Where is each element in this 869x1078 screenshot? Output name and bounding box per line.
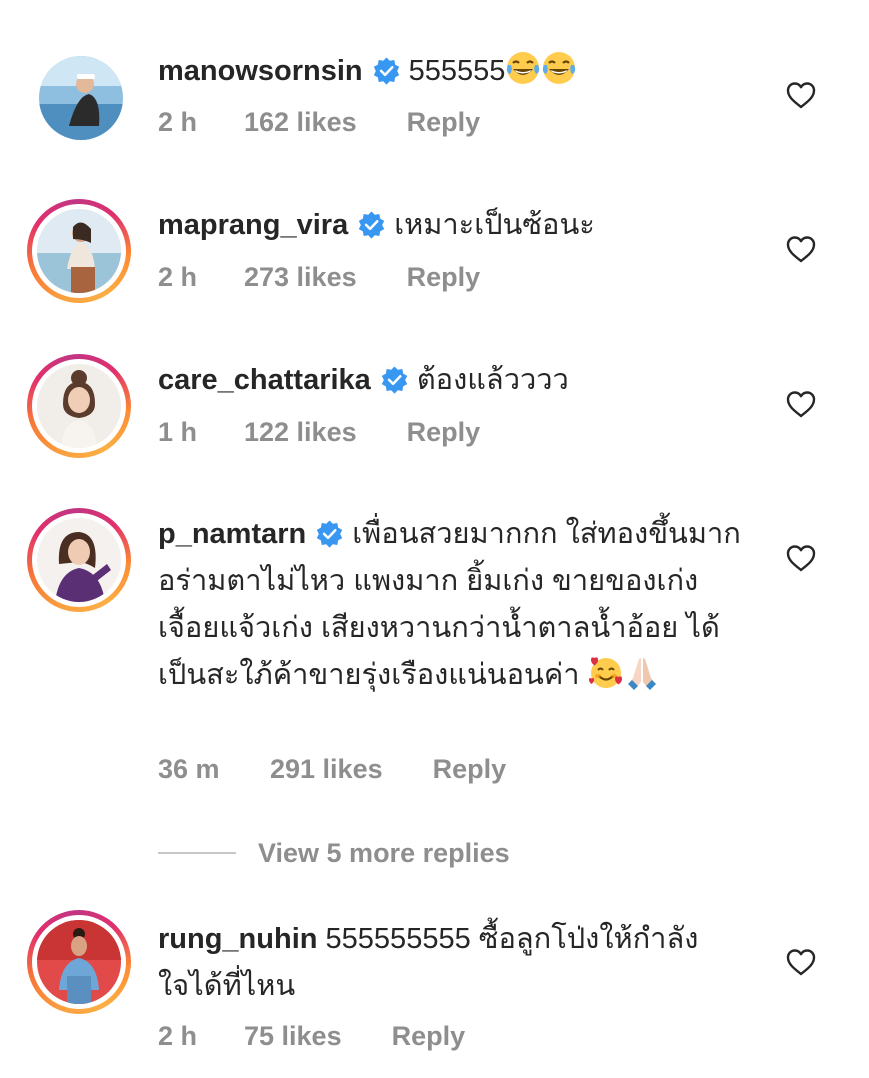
comment-username[interactable]: maprang_vira (158, 209, 348, 241)
heart-outline-icon[interactable] (785, 234, 817, 264)
comment-likes[interactable]: 122 likes (244, 417, 357, 448)
avatar-photo (39, 56, 123, 140)
reply-button[interactable]: Reply (392, 1021, 466, 1052)
avatar-photo (37, 518, 121, 602)
avatar-border (32, 359, 126, 453)
avatar-photo (37, 364, 121, 448)
comment-likes[interactable]: 162 likes (244, 107, 357, 138)
face-with-tears-of-joy-icon (507, 52, 540, 84)
comment-likes[interactable]: 273 likes (244, 262, 357, 293)
comment-time: 2 h (158, 262, 198, 292)
comment-meta: 1 h 122 likes Reply (158, 417, 480, 448)
comment-body: care_chattarika ต้องแล้วววว (158, 357, 758, 404)
verified-badge-icon (373, 57, 399, 85)
comment-time: 2 h (158, 1021, 198, 1051)
comment-meta: 2 h 75 likes Reply (158, 1021, 465, 1052)
view-more-replies[interactable]: View 5 more replies (158, 836, 510, 870)
verified-badge-icon (359, 211, 385, 239)
folded-hands-icon (627, 658, 656, 690)
comment-body: p_namtarn เพื่อนสวยมากกก ใส่ทองขึ้นมาก อร… (158, 511, 758, 699)
reply-button[interactable]: Reply (407, 262, 481, 293)
comment-likes[interactable]: 291 likes (270, 754, 383, 785)
smiling-face-with-hearts-icon (588, 657, 622, 688)
avatar-photo (37, 920, 121, 1004)
avatar[interactable] (27, 199, 131, 303)
heart-outline-icon[interactable] (785, 389, 817, 419)
comment-time: 36 m (158, 754, 220, 784)
avatar-photo (37, 209, 121, 293)
comment-meta: 2 h 162 likes Reply (158, 107, 480, 138)
avatar[interactable] (27, 508, 131, 612)
avatar-border (32, 204, 126, 298)
heart-outline-icon[interactable] (785, 947, 817, 977)
comment-text: เหมาะเป็นซ้อนะ (394, 209, 595, 241)
verified-badge-icon (381, 366, 408, 394)
comment-time: 1 h (158, 417, 198, 447)
avatar-border (32, 513, 126, 607)
comment-meta: 36 m 291 likes Reply (158, 754, 506, 785)
comment-username[interactable]: p_namtarn (158, 518, 306, 550)
face-with-tears-of-joy-icon (543, 52, 576, 84)
divider-line (158, 852, 236, 854)
heart-outline-icon[interactable] (785, 80, 817, 110)
comment-username[interactable]: manowsornsin (158, 55, 363, 87)
comment-likes[interactable]: 75 likes (244, 1021, 342, 1052)
comment-time: 2 h (158, 107, 198, 137)
avatar-border (32, 915, 126, 1009)
comment-text: ต้องแล้วววว (416, 364, 569, 396)
avatar[interactable] (27, 44, 131, 148)
comment-body: rung_nuhin 555555555 ซื้อลูกโป่งให้กำลัง… (158, 916, 718, 1010)
comment-body: manowsornsin 555555 (158, 48, 758, 95)
avatar[interactable] (27, 910, 131, 1014)
comment-username[interactable]: care_chattarika (158, 364, 371, 396)
reply-button[interactable]: Reply (407, 107, 481, 138)
verified-badge-icon (317, 520, 343, 548)
view-more-replies-label[interactable]: View 5 more replies (258, 838, 510, 869)
heart-outline-icon[interactable] (785, 543, 817, 573)
comment-meta: 2 h 273 likes Reply (158, 262, 480, 293)
avatar[interactable] (27, 354, 131, 458)
comment-body: maprang_vira เหมาะเป็นซ้อนะ (158, 202, 758, 249)
reply-button[interactable]: Reply (433, 754, 507, 785)
comment-text: 555555 (408, 55, 506, 87)
reply-button[interactable]: Reply (407, 417, 481, 448)
comment-username[interactable]: rung_nuhin (158, 923, 317, 955)
